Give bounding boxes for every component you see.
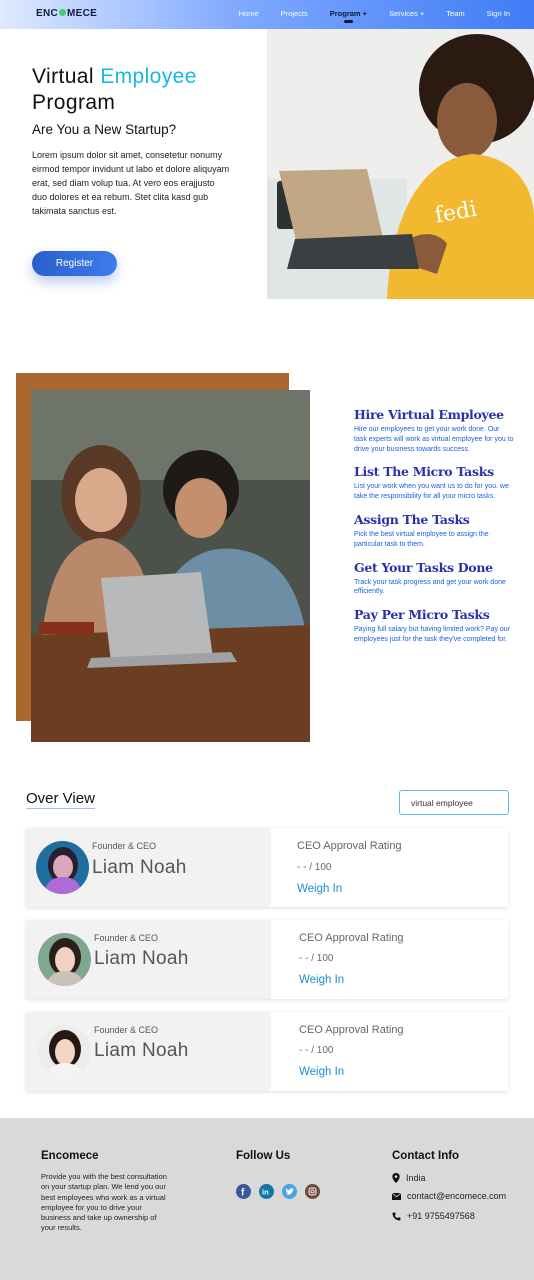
social-links: f in — [236, 1184, 320, 1199]
facebook-icon[interactable]: f — [236, 1184, 251, 1199]
hero-body-text: Lorem ipsum dolor sit amet, consetetur n… — [32, 150, 230, 216]
register-button[interactable]: Register — [32, 251, 117, 276]
overview-search-input[interactable] — [399, 790, 509, 815]
weigh-in-link[interactable]: Weigh In — [299, 974, 344, 986]
ceo-name: Liam Noah — [94, 948, 189, 969]
ceo-role: Founder & CEO — [94, 933, 159, 943]
ceo-card-profile: Founder & CEO Liam Noah — [26, 920, 271, 999]
step-title-pay: Pay Per Micro Tasks — [354, 607, 490, 623]
avatar-image — [36, 841, 89, 894]
contact-location-text: India — [406, 1173, 426, 1183]
step-item: Hire Virtual Employee Hire our employees… — [354, 406, 514, 454]
brand-logo-right: MECE — [67, 8, 98, 19]
step-item: Assign The Tasks Pick the best virtual e… — [354, 511, 514, 550]
nav-links: Home Projects Program + Services + Team … — [239, 9, 510, 23]
step-title-assign: Assign The Tasks — [354, 511, 470, 527]
step-title-done: Get Your Tasks Done — [354, 559, 493, 575]
hero-photo-illustration: fedi — [267, 29, 534, 299]
linkedin-icon[interactable]: in — [259, 1184, 274, 1199]
overview-title: Over View — [26, 790, 95, 809]
nav-link-home[interactable]: Home — [239, 9, 259, 18]
contact-email[interactable]: contact@encomece.com — [392, 1191, 506, 1201]
mail-icon — [392, 1192, 401, 1200]
step-title-hire: Hire Virtual Employee — [354, 407, 504, 422]
contact-info-title: Contact Info — [392, 1150, 460, 1162]
hero-title: Virtual Employee Program — [32, 64, 197, 116]
twitter-icon[interactable] — [282, 1184, 297, 1199]
steps-list: Hire Virtual Employee Hire our employees… — [354, 406, 514, 654]
rating-label: CEO Approval Rating — [299, 932, 404, 944]
footer-about-text: Provide you with the best consultation o… — [41, 1172, 167, 1233]
hero-title-highlight: Employee — [100, 65, 197, 88]
rating-value: - - / 100 — [297, 862, 332, 873]
contact-location: India — [392, 1173, 426, 1183]
nav-link-team[interactable]: Team — [446, 9, 464, 18]
ceo-role: Founder & CEO — [92, 841, 157, 851]
instagram-icon[interactable] — [305, 1184, 320, 1199]
nav-link-sign-in[interactable]: Sign In — [487, 9, 510, 18]
contact-email-text: contact@encomece.com — [407, 1191, 507, 1201]
ceo-role: Founder & CEO — [94, 1025, 159, 1035]
location-pin-icon — [392, 1173, 400, 1183]
step-item: Pay Per Micro Tasks Paying full salary b… — [354, 606, 514, 645]
ceo-name: Liam Noah — [92, 857, 187, 878]
rating-value: - - / 100 — [299, 953, 334, 964]
hero-title-part1: Virtual — [32, 65, 94, 88]
page: ENC MECE Home Projects Program + Services… — [0, 0, 534, 1280]
step-desc-pay: Paying full salary but having limited wo… — [354, 626, 511, 643]
step-item: Get Your Tasks Done Track your task prog… — [354, 559, 514, 598]
step-item: List The Micro Tasks List your work when… — [354, 463, 514, 502]
brand-logo[interactable]: ENC MECE — [36, 8, 97, 19]
contact-phone-text: +91 9755497568 — [407, 1211, 475, 1221]
team-photo-two-people — [31, 390, 310, 742]
nav-link-services[interactable]: Services + — [389, 9, 424, 18]
hero-subtitle: Are You a New Startup? — [32, 122, 177, 137]
svg-text:in: in — [262, 1188, 269, 1197]
ceo-card: Founder & CEO Liam Noah CEO Approval Rat… — [26, 1012, 508, 1091]
avatar-image — [38, 1025, 91, 1078]
phone-icon — [392, 1212, 401, 1220]
avatar — [38, 933, 91, 986]
ceo-card: Founder & CEO Liam Noah CEO Approval Rat… — [26, 920, 508, 999]
rating-value: - - / 100 — [299, 1045, 334, 1056]
hero-title-part2: Program — [32, 91, 116, 114]
avatar — [36, 841, 89, 894]
weigh-in-link[interactable]: Weigh In — [299, 1066, 344, 1078]
rating-label: CEO Approval Rating — [299, 1024, 404, 1036]
nav-link-program[interactable]: Program + — [330, 9, 367, 23]
step-desc-hire: Hire our employees to get your work done… — [354, 426, 514, 453]
footer-brand: Encomece — [41, 1150, 99, 1162]
step-desc-assign: Pick the best virtual employee to assign… — [354, 530, 489, 548]
svg-text:f: f — [241, 1188, 245, 1199]
ceo-card: Founder & CEO Liam Noah CEO Approval Rat… — [26, 828, 508, 907]
avatar — [38, 1025, 91, 1078]
ceo-name: Liam Noah — [94, 1040, 189, 1061]
top-navbar: ENC MECE Home Projects Program + Services… — [0, 0, 534, 29]
team-photo-illustration — [31, 390, 310, 742]
rating-label: CEO Approval Rating — [297, 840, 402, 852]
step-title-list: List The Micro Tasks — [354, 464, 494, 480]
step-desc-list: List your work when you want us to do fo… — [354, 483, 509, 501]
logo-dot-icon — [59, 9, 67, 16]
step-desc-done: Track your task progress and get your wo… — [354, 578, 506, 596]
ceo-card-profile: Founder & CEO Liam Noah — [26, 1012, 271, 1091]
avatar-image — [38, 933, 91, 986]
contact-phone[interactable]: +91 9755497568 — [392, 1211, 475, 1221]
footer: Encomece Provide you with the best consu… — [0, 1118, 534, 1280]
brand-logo-left: ENC — [36, 8, 59, 19]
hero-photo-woman-laptop: fedi — [267, 29, 534, 299]
ceo-card-profile: Founder & CEO Liam Noah — [26, 828, 271, 907]
nav-link-projects[interactable]: Projects — [281, 9, 308, 18]
weigh-in-link[interactable]: Weigh In — [297, 883, 342, 895]
follow-us-title: Follow Us — [236, 1150, 291, 1162]
